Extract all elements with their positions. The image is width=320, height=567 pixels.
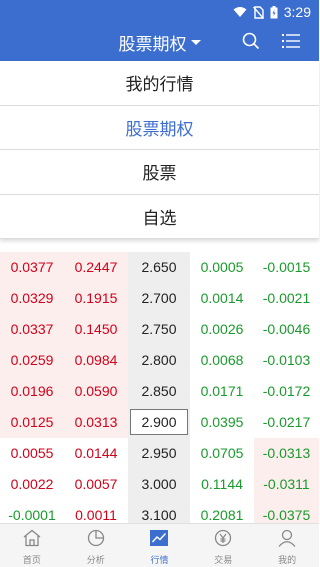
- put-change-cell: -0.0103: [254, 345, 319, 376]
- tab-home[interactable]: 首页: [0, 524, 64, 567]
- put-price-cell: 0.0026: [190, 314, 254, 345]
- trend-chart-icon: [149, 529, 169, 551]
- put-change-cell: -0.0311: [254, 469, 319, 500]
- tab-analysis[interactable]: 分析: [64, 524, 128, 567]
- call-price-cell: -0.0001: [0, 500, 64, 523]
- market-dropdown-menu: 我的行情 股票期权 股票 自选: [0, 61, 319, 239]
- call-price-cell: 0.0196: [0, 376, 64, 407]
- search-button[interactable]: [236, 24, 266, 61]
- status-icons: 3:29: [233, 3, 311, 21]
- tab-market-label: 行情: [150, 556, 169, 566]
- list-menu-icon: [282, 33, 300, 53]
- put-price-cell: 0.0014: [190, 283, 254, 314]
- put-price-cell: 0.1144: [190, 469, 254, 500]
- put-price-cell: 0.0005: [190, 252, 254, 283]
- header-title: 股票期权: [118, 35, 187, 55]
- status-time: 3:29: [283, 4, 311, 20]
- quote-row[interactable]: 0.0259 0.0984 2.800 0.0068 -0.0103: [0, 345, 319, 376]
- no-sim-icon: [252, 5, 264, 19]
- header-title-dropdown[interactable]: 股票期权: [0, 24, 319, 61]
- call-price-cell: 0.0055: [0, 438, 64, 469]
- put-change-cell: -0.0015: [254, 252, 319, 283]
- option-quote-table: 0.0377 0.2447 2.650 0.0005 -0.0015 0.0329 0.19…: [0, 238, 319, 523]
- put-change-cell: -0.0046: [254, 314, 319, 345]
- strike-price-cell: 2.900: [128, 407, 190, 438]
- call-price-cell: 0.0125: [0, 407, 64, 438]
- strike-price-cell: 3.000: [128, 469, 190, 500]
- call-change-cell: 0.0313: [64, 407, 128, 438]
- put-change-cell: -0.0021: [254, 283, 319, 314]
- put-change-cell: -0.0375: [254, 500, 319, 523]
- tab-home-label: 首页: [22, 556, 41, 566]
- status-bar: 3:29: [0, 0, 319, 24]
- call-change-cell: 0.0011: [64, 500, 128, 523]
- dropdown-item-stocks[interactable]: 股票: [0, 150, 319, 195]
- atm-strike-box: 2.900: [130, 409, 188, 435]
- call-price-cell: 0.0337: [0, 314, 64, 345]
- put-price-cell: 0.0068: [190, 345, 254, 376]
- call-price-cell: 0.0259: [0, 345, 64, 376]
- quote-row[interactable]: 0.0329 0.1915 2.700 0.0014 -0.0021: [0, 283, 319, 314]
- strike-price-cell: 2.750: [128, 314, 190, 345]
- quote-row[interactable]: 0.0196 0.0590 2.850 0.0171 -0.0172: [0, 376, 319, 407]
- app-header: 股票期权: [0, 24, 319, 61]
- call-change-cell: 0.1915: [64, 283, 128, 314]
- put-price-cell: 0.0705: [190, 438, 254, 469]
- put-price-cell: 0.0395: [190, 407, 254, 438]
- strike-price-cell: 2.800: [128, 345, 190, 376]
- home-icon: [22, 529, 42, 551]
- put-change-cell: -0.0313: [254, 438, 319, 469]
- yen-icon: [213, 529, 233, 551]
- search-icon: [242, 32, 260, 54]
- bottom-tab-bar: 首页 分析 行情 交易 我的: [0, 523, 319, 567]
- strike-price-cell: 2.850: [128, 376, 190, 407]
- put-change-cell: -0.0217: [254, 407, 319, 438]
- tab-profile-label: 我的: [278, 556, 297, 566]
- quote-row[interactable]: 0.0055 0.0144 2.950 0.0705 -0.0313: [0, 438, 319, 469]
- put-price-cell: 0.0171: [190, 376, 254, 407]
- quote-row[interactable]: 0.0377 0.2447 2.650 0.0005 -0.0015: [0, 252, 319, 283]
- quote-row[interactable]: 0.0337 0.1450 2.750 0.0026 -0.0046: [0, 314, 319, 345]
- call-change-cell: 0.0590: [64, 376, 128, 407]
- wifi-icon: [233, 6, 247, 18]
- call-change-cell: 0.0984: [64, 345, 128, 376]
- call-price-cell: 0.0377: [0, 252, 64, 283]
- quote-row[interactable]: 0.0125 0.0313 2.900 0.0395 -0.0217: [0, 407, 319, 438]
- menu-button[interactable]: [276, 24, 306, 61]
- call-price-cell: 0.0329: [0, 283, 64, 314]
- tab-profile[interactable]: 我的: [255, 524, 319, 567]
- tab-trade[interactable]: 交易: [191, 524, 255, 567]
- user-icon: [277, 529, 297, 551]
- caret-down-icon: [190, 40, 201, 45]
- dropdown-item-my-market[interactable]: 我的行情: [0, 61, 319, 106]
- put-price-cell: 0.2081: [190, 500, 254, 523]
- tab-market[interactable]: 行情: [128, 524, 192, 567]
- call-change-cell: 0.0057: [64, 469, 128, 500]
- quote-row[interactable]: -0.0001 0.0011 3.100 0.2081 -0.0375: [0, 500, 319, 523]
- tab-analysis-label: 分析: [86, 556, 105, 566]
- call-price-cell: 0.0022: [0, 469, 64, 500]
- tab-trade-label: 交易: [214, 556, 233, 566]
- call-change-cell: 0.2447: [64, 252, 128, 283]
- strike-price-cell: 2.700: [128, 283, 190, 314]
- strike-price-cell: 2.950: [128, 438, 190, 469]
- call-change-cell: 0.1450: [64, 314, 128, 345]
- put-change-cell: -0.0172: [254, 376, 319, 407]
- pie-chart-icon: [86, 529, 106, 551]
- dropdown-item-stock-options[interactable]: 股票期权: [0, 106, 319, 150]
- strike-price-cell: 3.100: [128, 500, 190, 523]
- call-change-cell: 0.0144: [64, 438, 128, 469]
- battery-icon: [270, 5, 278, 19]
- quote-rows: 0.0377 0.2447 2.650 0.0005 -0.0015 0.0329 0.19…: [0, 252, 319, 523]
- quote-row[interactable]: 0.0022 0.0057 3.000 0.1144 -0.0311: [0, 469, 319, 500]
- strike-price-cell: 2.650: [128, 252, 190, 283]
- dropdown-item-watchlist[interactable]: 自选: [0, 195, 319, 239]
